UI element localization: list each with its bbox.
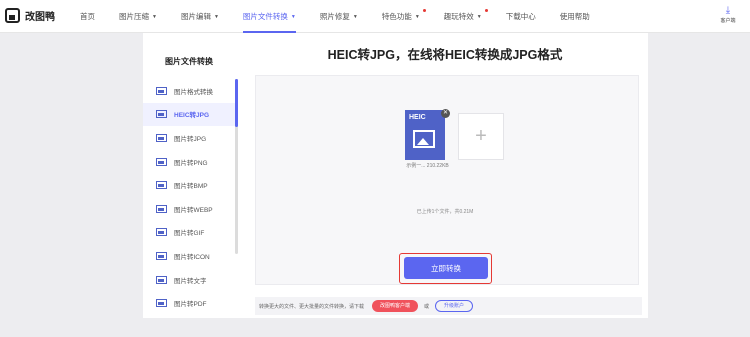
sidebar-item-label: 图片转ICON — [174, 253, 210, 261]
image-convert-icon — [156, 251, 167, 260]
sidebar-item-label: 图片转WEBP — [174, 206, 213, 214]
sidebar-title: 图片文件转换 — [165, 57, 213, 66]
chevron-down-icon: ▼ — [414, 14, 420, 20]
page-title: HEIC转JPG，在线将HEIC转换成JPG格式 — [327, 48, 563, 62]
chevron-down-icon: ▼ — [352, 14, 358, 20]
chevron-down-icon: ▼ — [213, 14, 219, 20]
nav-item[interactable]: 下载中心 — [494, 0, 548, 33]
nav-item-label: 特色功能 — [381, 12, 412, 21]
image-convert-icon — [156, 299, 167, 308]
nav-item-label: 图片编辑 — [180, 12, 211, 21]
sidebar-item-label: 图片转JPG — [174, 135, 207, 143]
client-label: 客户端 — [720, 18, 736, 24]
nav-item[interactable]: 图片文件转换 ▼ — [231, 0, 308, 33]
sidebar-item-label: 图片转PNG — [174, 159, 208, 167]
sidebar-item[interactable]: 图片转ICON — [143, 244, 237, 268]
notification-dot — [422, 9, 426, 12]
add-file-button[interactable]: + — [458, 113, 504, 160]
main-nav: 首页 图片压缩 ▼ 图片编辑 ▼ 图片文件转换 ▼ 照片修复 ▼ 特色功能 ▼ 趣玩特效 ▼ 下载中心 使用… — [68, 0, 602, 33]
nav-item[interactable]: 使用帮助 — [548, 0, 602, 33]
image-convert-icon — [156, 157, 167, 166]
upload-info: 已上传1个文件，共0.21M — [416, 209, 474, 215]
nav-item[interactable]: 趣玩特效 ▼ — [432, 0, 494, 33]
sidebar-list: 图片格式转换 HEIC转JPG 图片转JPG 图片转PNG 图片转BMP 图片转WEBP 图… — [143, 79, 237, 315]
upgrade-account-button[interactable]: 升级账户 — [435, 300, 474, 312]
notice-text: 转换更大的文件、更大批量的文件转换，请下载 — [259, 303, 365, 310]
sidebar-item-label: 图片转GIF — [174, 230, 205, 238]
sidebar-item[interactable]: 图片转JPG — [143, 126, 237, 150]
image-icon — [413, 130, 435, 148]
nav-item-label: 使用帮助 — [559, 12, 590, 21]
nav-item[interactable]: 照片修复 ▼ — [308, 0, 370, 33]
sidebar-item[interactable]: 图片转WEBP — [143, 197, 237, 221]
nav-item[interactable]: 图片编辑 ▼ — [169, 0, 231, 33]
sidebar-scrollbar-thumb[interactable] — [235, 79, 238, 127]
image-convert-icon — [156, 228, 167, 237]
convert-button[interactable]: 立即转换 — [404, 257, 488, 279]
brand-name: 改图鸭 — [25, 12, 55, 23]
client-download-button[interactable]: ⤓ 客户端 — [716, 5, 740, 24]
image-convert-icon — [156, 110, 167, 119]
sidebar-item-label: 图片格式转换 — [174, 88, 213, 96]
sidebar-item[interactable]: 图片格式转换 — [143, 79, 237, 103]
remove-file-icon[interactable]: ✕ — [441, 109, 450, 118]
file-name: 示例一... 210.22KB — [406, 163, 449, 169]
chevron-down-icon: ▼ — [476, 14, 482, 20]
nav-item[interactable]: 图片压缩 ▼ — [107, 0, 169, 33]
nav-item-label: 图片文件转换 — [242, 12, 288, 21]
logo[interactable]: 改图鸭 — [5, 8, 55, 23]
nav-item-label: 下载中心 — [505, 12, 536, 21]
nav-item[interactable]: 首页 — [68, 0, 107, 33]
image-convert-icon — [156, 275, 167, 284]
logo-icon — [5, 8, 20, 23]
image-convert-icon — [156, 204, 167, 213]
sidebar-item-label: 图片转BMP — [174, 183, 208, 191]
sidebar-item-label: 图片转PDF — [174, 301, 207, 309]
notice-bar: 转换更大的文件、更大批量的文件转换，请下载 改图鸭客户端 或 升级账户 — [255, 297, 642, 315]
nav-item-label: 趣玩特效 — [443, 12, 474, 21]
nav-item-label: 照片修复 — [319, 12, 350, 21]
nav-item-label: 首页 — [80, 12, 95, 21]
file-type-badge: HEIC — [409, 114, 426, 121]
download-icon: ⤓ — [725, 5, 731, 16]
sidebar-item[interactable]: HEIC转JPG — [143, 102, 237, 127]
or-text: 或 — [424, 303, 430, 310]
notification-dot — [484, 9, 488, 12]
heic-file-icon: HEIC — [405, 110, 445, 160]
sidebar-item[interactable]: 图片转PDF — [143, 291, 237, 315]
image-convert-icon — [156, 133, 167, 142]
sidebar-item[interactable]: 图片转GIF — [143, 221, 237, 245]
image-convert-icon — [156, 181, 167, 190]
top-navbar: 改图鸭 首页 图片压缩 ▼ 图片编辑 ▼ 图片文件转换 ▼ 照片修复 ▼ 特色功能 ▼ 趣玩特效 ▼ 下载… — [0, 0, 750, 33]
nav-item-label: 图片压缩 — [119, 12, 149, 21]
sidebar-item[interactable]: 图片转BMP — [143, 173, 237, 197]
chevron-down-icon: ▼ — [152, 14, 157, 20]
image-convert-icon — [156, 86, 167, 95]
client-download-pill[interactable]: 改图鸭客户端 — [372, 300, 419, 312]
sidebar-item[interactable]: 图片转PNG — [143, 150, 237, 174]
chevron-down-icon: ▼ — [290, 14, 296, 20]
nav-item[interactable]: 特色功能 ▼ — [370, 0, 432, 33]
sidebar-item[interactable]: 图片转文字 — [143, 268, 237, 292]
sidebar-item-label: 图片转文字 — [174, 277, 207, 285]
sidebar-item-label: HEIC转JPG — [174, 112, 210, 120]
